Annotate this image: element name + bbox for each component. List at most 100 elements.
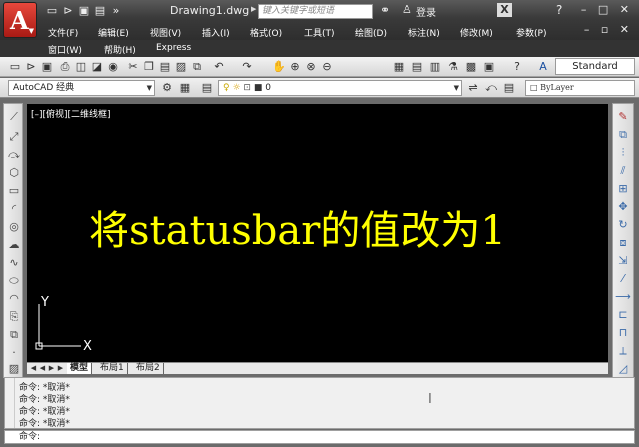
menu-draw[interactable]: 绘图(D) (355, 26, 387, 39)
break-icon[interactable]: ⊏ (615, 308, 631, 322)
document-window-controls[interactable]: – ▫ ✕ (584, 23, 633, 36)
polyline-icon[interactable]: ⤼ (6, 148, 22, 162)
zoom-realtime-icon[interactable]: ⊕ (288, 60, 302, 74)
layer-state-icon[interactable]: ▤ (502, 81, 516, 95)
array-icon[interactable]: ⊞ (615, 182, 631, 196)
pan-icon[interactable]: ✋ (272, 60, 286, 74)
line-icon[interactable]: ⟋ (6, 110, 22, 124)
layer-properties-icon[interactable]: ▤ (200, 81, 214, 95)
properties-icon[interactable]: ▦ (392, 60, 406, 74)
workspace-settings-icon[interactable]: ⚙ (160, 81, 174, 95)
application-menu-button[interactable]: A ▼ (3, 2, 37, 38)
chamfer-icon[interactable]: ⟂ (615, 344, 631, 358)
zoom-previous-icon[interactable]: ⊖ (320, 60, 334, 74)
calculator-icon[interactable]: ▣ (482, 60, 496, 74)
command-input[interactable]: 命令: (4, 430, 635, 444)
user-icon[interactable]: ♙ (402, 3, 412, 16)
layer-previous-icon[interactable]: ⤺ (484, 81, 498, 95)
menu-tools[interactable]: 工具(T) (304, 26, 335, 39)
point-icon[interactable]: · (6, 346, 22, 360)
menu-modify[interactable]: 修改(M) (460, 26, 493, 39)
redo-icon[interactable]: ↷ (240, 60, 254, 74)
design-center-icon[interactable]: ▤ (410, 60, 424, 74)
save-as-icon[interactable]: ▤ (92, 4, 108, 17)
tab-model[interactable]: 模型 (67, 363, 93, 374)
paste-icon[interactable]: ▤ (158, 60, 172, 74)
tool-palettes-icon[interactable]: ▥ (428, 60, 442, 74)
make-current-icon[interactable]: ⇌ (466, 81, 480, 95)
layer-select[interactable]: ♀ ☼ ⊡ ■ 0 ▼ (218, 80, 462, 96)
next-tab-icon[interactable]: ▶ (47, 363, 56, 374)
more-icon[interactable]: » (108, 4, 124, 17)
mirror-icon[interactable]: ⫶ (615, 146, 631, 160)
drawing-canvas[interactable]: [–][俯视][二维线框] 将statusbar的值改为1 Y X (27, 104, 608, 362)
hatch-icon[interactable]: ▨ (6, 362, 22, 376)
move-icon[interactable]: ✥ (615, 200, 631, 214)
text-style-icon[interactable]: A (536, 60, 550, 74)
prev-tab-icon[interactable]: ◀ (38, 363, 47, 374)
menu-view[interactable]: 视图(V) (150, 26, 181, 39)
save-icon[interactable]: ▣ (76, 4, 92, 17)
join-icon[interactable]: ⊓ (615, 326, 631, 340)
tab-layout1[interactable]: 布局1 (97, 363, 128, 374)
new-file-icon[interactable]: ▭ (44, 4, 60, 17)
make-block-icon[interactable]: ⧉ (6, 328, 22, 342)
copy-object-icon[interactable]: ⧉ (615, 128, 631, 142)
menu-dimension[interactable]: 标注(N) (408, 26, 440, 39)
trim-icon[interactable]: ⁄ (615, 272, 631, 286)
plot-icon[interactable]: ⎙ (58, 60, 72, 74)
menu-help[interactable]: 帮助(H) (104, 43, 136, 56)
zoom-window-icon[interactable]: ⊗ (304, 60, 318, 74)
polygon-icon[interactable]: ⬡ (6, 166, 22, 180)
help-icon[interactable]: ? (556, 3, 562, 17)
login-link[interactable]: 登录 (416, 4, 436, 19)
menu-parametric[interactable]: 参数(P) (516, 26, 546, 39)
block-editor-icon[interactable]: ⧉ (190, 60, 204, 74)
rotate-icon[interactable]: ↻ (615, 218, 631, 232)
menu-file[interactable]: 文件(F) (48, 26, 78, 39)
cut-icon[interactable]: ✂ (126, 60, 140, 74)
scale-icon[interactable]: ⧈ (615, 236, 631, 250)
first-tab-icon[interactable]: ◀ (29, 363, 38, 374)
fillet-icon[interactable]: ◿ (615, 362, 631, 376)
extend-icon[interactable]: ⟶ (615, 290, 631, 304)
plot-preview-icon[interactable]: ◫ (74, 60, 88, 74)
undo-icon[interactable]: ↶ (212, 60, 226, 74)
menu-insert[interactable]: 插入(I) (202, 26, 230, 39)
workspace-save-icon[interactable]: ▦ (178, 81, 192, 95)
help-icon[interactable]: ? (510, 60, 524, 74)
publish-icon[interactable]: ◪ (90, 60, 104, 74)
offset-icon[interactable]: ⫽ (615, 164, 631, 178)
viewport-controls[interactable]: [–][俯视][二维线框] (31, 107, 111, 120)
construction-line-icon[interactable]: ⤢ (6, 130, 22, 144)
menu-express[interactable]: Express (156, 43, 191, 53)
open-icon[interactable]: ⊳ (24, 60, 38, 74)
ellipse-icon[interactable]: ⬭ (6, 274, 22, 288)
exchange-icon[interactable]: X (497, 3, 512, 17)
save-icon[interactable]: ▣ (40, 60, 54, 74)
workspace-select[interactable]: AutoCAD 经典 ▼ (8, 80, 155, 96)
sheet-set-icon[interactable]: ⚗ (446, 60, 460, 74)
color-select[interactable]: □ ByLayer (525, 80, 635, 96)
binoculars-icon[interactable]: ⚭ (380, 3, 390, 17)
ellipse-arc-icon[interactable]: ◠ (6, 292, 22, 306)
tab-layout2[interactable]: 布局2 (133, 363, 164, 374)
menu-window[interactable]: 窗口(W) (48, 43, 82, 56)
arc-icon[interactable]: ◜ (6, 202, 22, 216)
command-history[interactable]: 命令: *取消* 命令: *取消* 命令: *取消* 命令: *取消* I (4, 377, 635, 429)
circle-icon[interactable]: ◎ (6, 220, 22, 234)
3d-dwf-icon[interactable]: ◉ (106, 60, 120, 74)
insert-block-icon[interactable]: ⎘ (6, 310, 22, 324)
command-history-scrollbar[interactable] (5, 378, 15, 428)
stretch-icon[interactable]: ⇲ (615, 254, 631, 268)
revision-cloud-icon[interactable]: ☁ (6, 238, 22, 252)
search-input[interactable]: 键入关键字或短语 (258, 4, 373, 19)
last-tab-icon[interactable]: ▶ (56, 363, 65, 374)
rectangle-icon[interactable]: ▭ (6, 184, 22, 198)
menu-edit[interactable]: 编辑(E) (98, 26, 129, 39)
open-file-icon[interactable]: ⊳ (60, 4, 76, 17)
window-controls[interactable]: – □ ✕ (581, 3, 633, 16)
menu-format[interactable]: 格式(O) (250, 26, 282, 39)
match-properties-icon[interactable]: ▨ (174, 60, 188, 74)
markup-icon[interactable]: ▩ (464, 60, 478, 74)
